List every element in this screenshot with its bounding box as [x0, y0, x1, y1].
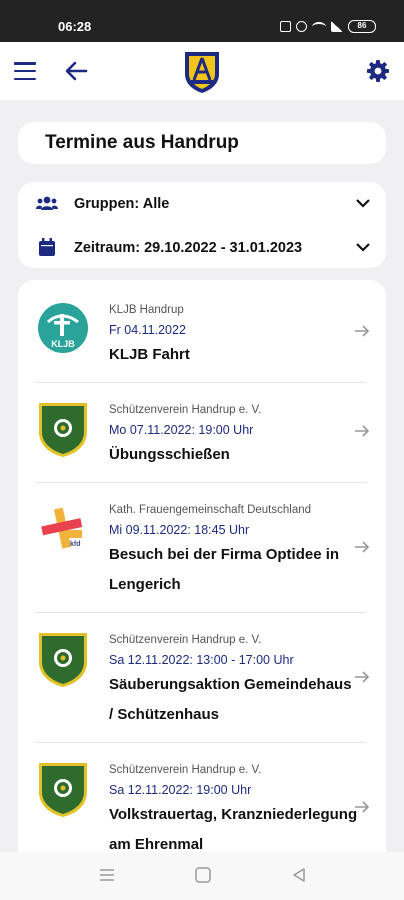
kljb-logo: KLJB	[38, 303, 88, 353]
divider	[36, 482, 366, 483]
event-date: Sa 12.11.2022: 13:00 - 17:00 Uhr	[109, 653, 294, 667]
schuetzenverein-logo	[39, 763, 87, 817]
event-date: Sa 12.11.2022: 19:00 Uhr	[109, 783, 252, 797]
event-date: Fr 04.11.2022	[109, 323, 186, 337]
arrow-right-icon	[355, 325, 370, 337]
period-filter-label: Zeitraum: 29.10.2022 - 31.01.2023	[74, 240, 303, 256]
arrow-left-icon[interactable]	[64, 60, 88, 82]
app-bar	[0, 42, 404, 100]
status-bar: 06:28 86	[0, 0, 404, 42]
list-item[interactable]: Schützenverein Handrup e. V. Sa 12.11.20…	[18, 632, 386, 742]
svg-text:KLJB: KLJB	[51, 339, 75, 349]
alarm-icon	[296, 21, 307, 32]
event-organizer: KLJB Handrup	[109, 304, 184, 316]
list-item[interactable]: Schützenverein Handrup e. V. Sa 12.11.20…	[18, 762, 386, 860]
divider	[36, 382, 366, 383]
events-list: KLJB KLJB Handrup Fr 04.11.2022 KLJB Fah…	[18, 280, 386, 860]
battery-icon: 86	[348, 20, 376, 33]
status-icons: 86	[280, 20, 376, 33]
system-nav-bar	[0, 852, 404, 900]
event-organizer: Schützenverein Handrup e. V.	[109, 764, 262, 776]
filter-card: Gruppen: Alle Zeitraum: 29.10.2022 - 31.…	[18, 182, 386, 268]
chevron-down-icon	[356, 243, 370, 252]
nfc-icon	[280, 21, 291, 32]
status-time: 06:28	[58, 19, 92, 34]
recent-apps-icon[interactable]	[98, 867, 116, 883]
event-title: Volkstrauertag, Kranzniederlegung am Ehr…	[109, 806, 358, 853]
page-title: Termine aus Handrup	[45, 132, 239, 153]
list-item[interactable]: kfd Kath. Frauengemeinschaft Deutschland…	[18, 502, 386, 612]
list-item[interactable]: Schützenverein Handrup e. V. Mo 07.11.20…	[18, 402, 386, 482]
event-title: KLJB Fahrt	[109, 346, 190, 363]
gear-icon[interactable]	[366, 59, 390, 83]
list-item[interactable]: KLJB KLJB Handrup Fr 04.11.2022 KLJB Fah…	[18, 302, 386, 382]
event-organizer: Schützenverein Handrup e. V.	[109, 404, 262, 416]
event-organizer: Kath. Frauengemeinschaft Deutschland	[109, 504, 312, 516]
schuetzenverein-logo	[39, 633, 87, 687]
title-card: Termine aus Handrup	[18, 122, 386, 164]
wifi-icon	[312, 21, 326, 32]
groups-filter-label: Gruppen: Alle	[74, 196, 170, 212]
event-title: Besuch bei der Firma Optidee in Lengeric…	[109, 546, 340, 593]
divider	[36, 612, 366, 613]
svg-text:kfd: kfd	[70, 541, 81, 548]
arrow-right-icon	[355, 671, 370, 683]
menu-icon[interactable]	[14, 62, 36, 80]
groups-filter[interactable]: Gruppen: Alle	[18, 184, 386, 224]
back-nav-icon[interactable]	[290, 867, 308, 883]
users-icon	[36, 196, 58, 210]
home-icon[interactable]	[194, 867, 212, 883]
period-filter[interactable]: Zeitraum: 29.10.2022 - 31.01.2023	[18, 228, 386, 268]
arrow-right-icon	[355, 801, 370, 813]
arrow-right-icon	[355, 425, 370, 437]
event-title: Säuberungsaktion Gemeindehaus / Schützen…	[109, 676, 352, 723]
event-organizer: Schützenverein Handrup e. V.	[109, 634, 262, 646]
event-title: Übungsschießen	[109, 446, 230, 463]
arrow-right-icon	[355, 541, 370, 553]
event-date: Mo 07.11.2022: 19:00 Uhr	[109, 423, 254, 437]
signal-icon	[331, 21, 343, 32]
schuetzenverein-logo	[39, 403, 87, 457]
crest-logo	[185, 52, 219, 93]
kfd-logo: kfd	[41, 507, 83, 549]
divider	[36, 742, 366, 743]
chevron-down-icon	[356, 199, 370, 208]
calendar-icon	[39, 238, 55, 256]
event-date: Mi 09.11.2022: 18:45 Uhr	[109, 523, 250, 537]
